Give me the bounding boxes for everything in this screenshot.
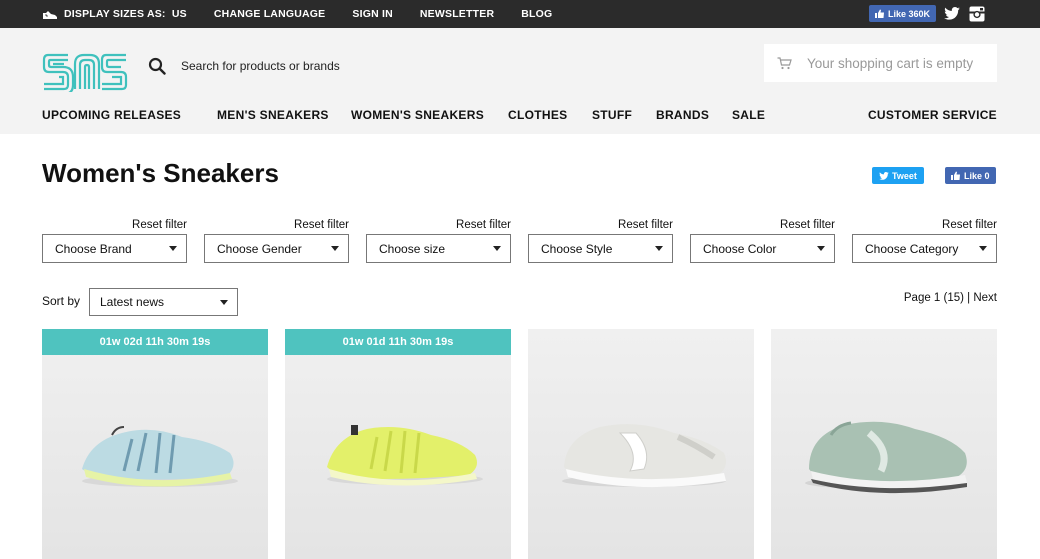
sns-logo[interactable] xyxy=(42,52,128,97)
shopping-cart[interactable]: Your shopping cart is empty xyxy=(764,44,997,82)
nav-sale[interactable]: SALE xyxy=(732,108,765,122)
tweet-label: Tweet xyxy=(892,170,917,181)
caret-down-icon xyxy=(331,246,339,251)
gender-select[interactable]: Choose Gender xyxy=(204,234,349,263)
page-title: Women's Sneakers xyxy=(42,158,279,188)
reset-filter-link[interactable]: Reset filter xyxy=(204,219,349,234)
brand-select[interactable]: Choose Brand xyxy=(42,234,187,263)
nav-brands[interactable]: BRANDS xyxy=(656,108,709,122)
select-value: Choose size xyxy=(379,241,446,256)
filter-color: Reset filter Choose Color xyxy=(690,219,835,263)
color-select[interactable]: Choose Color xyxy=(690,234,835,263)
category-select[interactable]: Choose Category xyxy=(852,234,997,263)
facebook-like-count: Like 360K xyxy=(887,8,930,19)
twitter-icon[interactable] xyxy=(944,7,960,20)
sneaker-image[interactable] xyxy=(285,329,511,559)
sort-by-label: Sort by xyxy=(42,294,81,308)
nav-womens-sneakers[interactable]: WOMEN'S SNEAKERS xyxy=(351,108,484,122)
display-sizes-label: DISPLAY SIZES AS: xyxy=(64,8,166,20)
select-value: Choose Brand xyxy=(55,241,132,256)
caret-down-icon xyxy=(655,246,663,251)
display-sizes-selector[interactable]: DISPLAY SIZES AS: US xyxy=(42,8,187,20)
style-select[interactable]: Choose Style xyxy=(528,234,673,263)
product-card[interactable] xyxy=(771,329,997,559)
change-language-link[interactable]: CHANGE LANGUAGE xyxy=(214,8,326,20)
filter-size: Reset filter Choose size xyxy=(366,219,511,263)
reset-filter-link[interactable]: Reset filter xyxy=(528,219,673,234)
nav-stuff[interactable]: STUFF xyxy=(592,108,632,122)
select-value: Choose Style xyxy=(541,241,613,256)
search-bar[interactable]: Search for products or brands xyxy=(148,57,340,75)
facebook-like-button-page[interactable]: Like 0 xyxy=(945,167,996,184)
pagination[interactable]: Page 1 (15) | Next xyxy=(904,292,997,304)
twitter-icon xyxy=(879,171,889,180)
tweet-button[interactable]: Tweet xyxy=(872,167,924,184)
reset-filter-link[interactable]: Reset filter xyxy=(42,219,187,234)
nav-upcoming-releases[interactable]: UPCOMING RELEASES xyxy=(42,108,181,122)
release-countdown: 01w 01d 11h 30m 19s xyxy=(285,329,511,355)
top-bar: DISPLAY SIZES AS: US CHANGE LANGUAGE SIG… xyxy=(0,0,1040,28)
nav-mens-sneakers[interactable]: MEN'S SNEAKERS xyxy=(217,108,329,122)
product-card[interactable]: 01w 02d 11h 30m 19s xyxy=(42,329,268,559)
size-select[interactable]: Choose size xyxy=(366,234,511,263)
sneaker-image[interactable] xyxy=(528,329,754,559)
release-countdown: 01w 02d 11h 30m 19s xyxy=(42,329,268,355)
thumbs-up-icon xyxy=(874,9,884,18)
sort-value: Latest news xyxy=(100,295,165,309)
top-links: DISPLAY SIZES AS: US CHANGE LANGUAGE SIG… xyxy=(42,0,579,28)
thumbs-up-icon xyxy=(951,171,960,180)
site-header: Search for products or brands Your shopp… xyxy=(0,28,1040,134)
reset-filter-link[interactable]: Reset filter xyxy=(366,219,511,234)
social-links: Like 360K xyxy=(868,5,985,22)
caret-down-icon xyxy=(817,246,825,251)
sign-in-link[interactable]: SIGN IN xyxy=(352,8,393,20)
nav-clothes[interactable]: CLOTHES xyxy=(508,108,567,122)
select-value: Choose Category xyxy=(865,241,959,256)
caret-down-icon xyxy=(493,246,501,251)
sneaker-image[interactable] xyxy=(42,329,268,559)
cart-status-text: Your shopping cart is empty xyxy=(807,55,974,71)
select-value: Choose Gender xyxy=(217,241,302,256)
blog-link[interactable]: BLOG xyxy=(521,8,552,20)
shoe-icon xyxy=(43,10,57,19)
product-card[interactable] xyxy=(528,329,754,559)
filter-category: Reset filter Choose Category xyxy=(852,219,997,263)
main-nav: UPCOMING RELEASES MEN'S SNEAKERS WOMEN'S… xyxy=(42,108,997,124)
search-icon[interactable] xyxy=(148,57,166,75)
caret-down-icon xyxy=(169,246,177,251)
newsletter-link[interactable]: NEWSLETTER xyxy=(420,8,494,20)
sort-select[interactable]: Latest news xyxy=(89,288,238,316)
cart-icon xyxy=(777,56,792,69)
caret-down-icon xyxy=(979,246,987,251)
display-sizes-value[interactable]: US xyxy=(172,8,187,20)
search-input[interactable]: Search for products or brands xyxy=(181,59,340,73)
reset-filter-link[interactable]: Reset filter xyxy=(690,219,835,234)
facebook-like-button[interactable]: Like 360K xyxy=(868,5,936,22)
filter-gender: Reset filter Choose Gender xyxy=(204,219,349,263)
filter-style: Reset filter Choose Style xyxy=(528,219,673,263)
select-value: Choose Color xyxy=(703,241,777,256)
like-label: Like 0 xyxy=(964,170,990,181)
nav-customer-service[interactable]: CUSTOMER SERVICE xyxy=(868,108,997,122)
filter-brand: Reset filter Choose Brand xyxy=(42,219,187,263)
instagram-icon[interactable] xyxy=(969,6,985,22)
sneaker-image[interactable] xyxy=(771,329,997,559)
product-card[interactable]: 01w 01d 11h 30m 19s xyxy=(285,329,511,559)
reset-filter-link[interactable]: Reset filter xyxy=(852,219,997,234)
caret-down-icon xyxy=(220,299,228,305)
